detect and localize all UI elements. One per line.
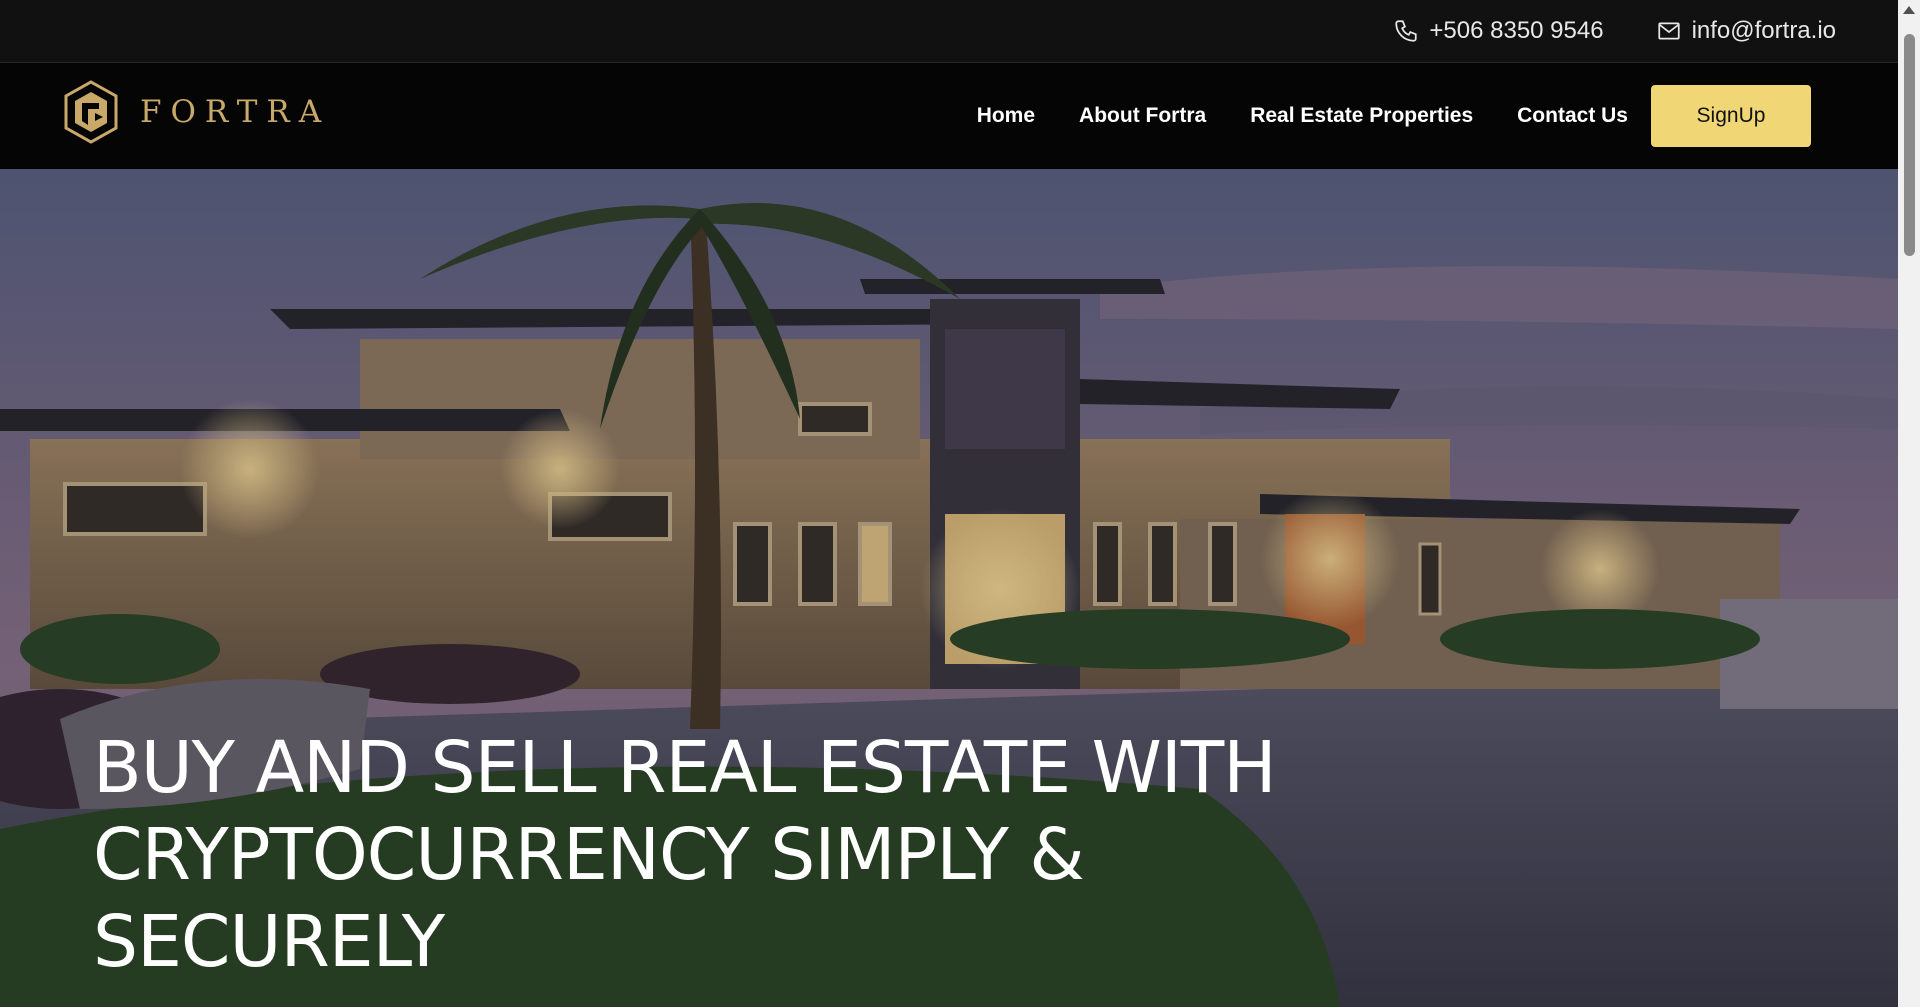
nav-contact-us[interactable]: Contact Us — [1517, 104, 1628, 128]
email-contact[interactable]: info@fortra.io — [1656, 17, 1836, 45]
nav-home[interactable]: Home — [977, 104, 1035, 128]
main-navbar: FORTRA Home About Fortra Real Estate Pro… — [0, 63, 1898, 169]
scroll-up-arrow-icon[interactable] — [1903, 6, 1915, 14]
scroll-thumb[interactable] — [1904, 34, 1915, 256]
nav-menu: Home About Fortra Real Estate Properties… — [977, 85, 1811, 147]
nav-real-estate-properties[interactable]: Real Estate Properties — [1250, 104, 1473, 128]
nav-about-fortra[interactable]: About Fortra — [1079, 104, 1206, 128]
fortra-hexagon-logo — [64, 80, 118, 144]
phone-icon — [1395, 20, 1418, 42]
hero-title: BUY AND SELL REAL ESTATE WITH CRYPTOCURR… — [93, 726, 1277, 983]
email-address[interactable]: info@fortra.io — [1692, 17, 1836, 45]
phone-number[interactable]: +506 8350 9546 — [1429, 17, 1603, 45]
contact-bar: +506 8350 9546 info@fortra.io — [0, 0, 1898, 63]
envelope-icon — [1657, 22, 1680, 40]
brand-name: FORTRA — [140, 94, 331, 130]
signup-button[interactable]: SignUp — [1651, 85, 1811, 147]
hero-section: BUY AND SELL REAL ESTATE WITH CRYPTOCURR… — [0, 169, 1898, 1007]
page-scrollbar[interactable] — [1898, 0, 1920, 1007]
phone-contact[interactable]: +506 8350 9546 — [1393, 17, 1604, 45]
brand-logo[interactable]: FORTRA — [62, 79, 330, 145]
